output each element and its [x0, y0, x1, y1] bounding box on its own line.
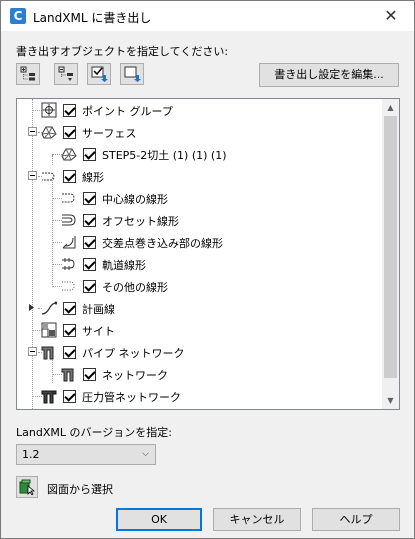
tree-item-label: ポイント グループ [82, 105, 173, 118]
object-tree[interactable]: ポイント グループ サーフェス STEP5-2切土 (1) (1) (1) 線形… [16, 98, 400, 410]
tree-vertical-scrollbar[interactable]: ▲ ▼ [382, 99, 399, 409]
help-button[interactable]: ヘルプ [312, 508, 400, 531]
scroll-thumb[interactable] [384, 116, 397, 378]
checkbox[interactable] [63, 170, 76, 183]
pressure-network-icon [41, 390, 57, 404]
close-icon[interactable]: ✕ [376, 4, 406, 28]
misc-alignment-icon [62, 281, 75, 291]
checkbox[interactable] [63, 302, 76, 315]
checkbox[interactable] [63, 126, 76, 139]
point-group-icon [41, 102, 57, 118]
ok-button[interactable]: OK [116, 508, 202, 531]
surface-icon [41, 126, 57, 139]
tree-item-label: 圧力管ネットワーク [82, 391, 181, 404]
tree-item-label: ネットワーク [102, 369, 168, 382]
uncheck-all-icon [124, 66, 141, 82]
tree-item-label: 軌道線形 [102, 259, 146, 272]
chevron-down-icon: ⌵ [142, 449, 149, 459]
checkbox[interactable] [63, 104, 76, 117]
checkbox[interactable] [83, 236, 96, 249]
centerline-alignment-icon [62, 193, 75, 203]
offset-alignment-icon [62, 214, 76, 226]
checkbox[interactable] [83, 192, 96, 205]
tree-item-sites[interactable]: サイト [17, 319, 383, 341]
tree-item-label: パイプ ネットワーク [82, 347, 185, 360]
checkbox[interactable] [63, 324, 76, 337]
pick-from-drawing-label: 図面から選択 [47, 483, 113, 496]
tree-item-label: 交差点巻き込み部の線形 [102, 237, 223, 250]
pick-object-icon [19, 479, 35, 495]
tree-item-label: サイト [82, 325, 115, 338]
checkbox[interactable] [83, 214, 96, 227]
alignment-icon [42, 172, 55, 181]
tree-item-misc-alignments[interactable]: その他の線形 [17, 275, 383, 297]
tree-item-label: その他の線形 [102, 281, 168, 294]
expand-all-button[interactable] [16, 63, 40, 85]
title-bar[interactable]: C LandXML に書き出し ✕ [1, 1, 414, 31]
tree-item-alignments[interactable]: 線形 [17, 165, 383, 187]
checkbox[interactable] [83, 368, 96, 381]
tree-item-surfaces[interactable]: サーフェス [17, 121, 383, 143]
objects-prompt-label: 書き出すオブジェクトを指定してください: [16, 45, 229, 58]
checkbox[interactable] [63, 390, 76, 403]
scroll-up-icon[interactable]: ▲ [382, 99, 399, 116]
site-icon [41, 322, 57, 338]
tree-item-curb-return-alignments[interactable]: 交差点巻き込み部の線形 [17, 231, 383, 253]
version-prompt-label: LandXML のバージョンを指定: [16, 426, 172, 439]
collapse-all-icon [58, 66, 73, 81]
collapse-all-button[interactable] [54, 63, 78, 85]
tree-item-network[interactable]: ネットワーク [17, 363, 383, 385]
checkbox[interactable] [83, 148, 96, 161]
collapse-icon[interactable] [28, 127, 37, 136]
tree-item-feature-lines[interactable]: 計画線 [17, 297, 383, 319]
tree-item-pressure-networks[interactable]: 圧力管ネットワーク [17, 385, 383, 407]
civil3d-app-icon: C [10, 8, 26, 24]
uncheck-all-button[interactable] [120, 63, 144, 85]
tree-item-label: 計画線 [82, 303, 115, 316]
expand-icon[interactable] [28, 303, 37, 312]
pipe-network-icon [61, 368, 74, 382]
tree-content: ポイント グループ サーフェス STEP5-2切土 (1) (1) (1) 線形… [17, 99, 383, 409]
window-title: LandXML に書き出し [33, 11, 152, 25]
feature-line-icon [41, 301, 57, 315]
tree-item-label: 中心線の線形 [102, 193, 168, 206]
checkbox[interactable] [83, 258, 96, 271]
tree-item-centerline-alignments[interactable]: 中心線の線形 [17, 187, 383, 209]
collapse-icon[interactable] [28, 347, 37, 356]
checkbox[interactable] [63, 346, 76, 359]
tree-item-label: オフセット線形 [102, 215, 179, 228]
pipe-network-icon [41, 346, 54, 360]
pick-from-drawing-button[interactable] [16, 476, 38, 498]
expand-all-icon [20, 66, 35, 81]
cancel-button[interactable]: キャンセル [213, 508, 301, 531]
check-all-button[interactable] [87, 63, 111, 85]
check-all-icon [91, 66, 108, 82]
tree-item-label: STEP5-2切土 (1) (1) (1) [102, 149, 227, 162]
tree-item-label: 線形 [82, 171, 104, 184]
collapse-icon[interactable] [28, 171, 37, 180]
version-select[interactable]: 1.2 ⌵ [16, 444, 156, 465]
tree-item-offset-alignments[interactable]: オフセット線形 [17, 209, 383, 231]
tree-item-label: サーフェス [82, 127, 137, 140]
landxml-export-dialog: C LandXML に書き出し ✕ 書き出すオブジェクトを指定してください: 書… [0, 0, 415, 539]
rail-alignment-icon [62, 258, 75, 270]
edit-export-settings-button[interactable]: 書き出し設定を編集... [259, 63, 399, 87]
tree-item-pipe-networks[interactable]: パイプ ネットワーク [17, 341, 383, 363]
scroll-down-icon[interactable]: ▼ [382, 392, 399, 409]
version-selected-value: 1.2 [22, 448, 40, 461]
checkbox[interactable] [83, 280, 96, 293]
curb-return-alignment-icon [62, 236, 76, 249]
tree-item-point-groups[interactable]: ポイント グループ [17, 99, 383, 121]
tree-item-surface-step5[interactable]: STEP5-2切土 (1) (1) (1) [17, 143, 383, 165]
surface-icon [61, 148, 77, 161]
tree-item-rail-alignments[interactable]: 軌道線形 [17, 253, 383, 275]
